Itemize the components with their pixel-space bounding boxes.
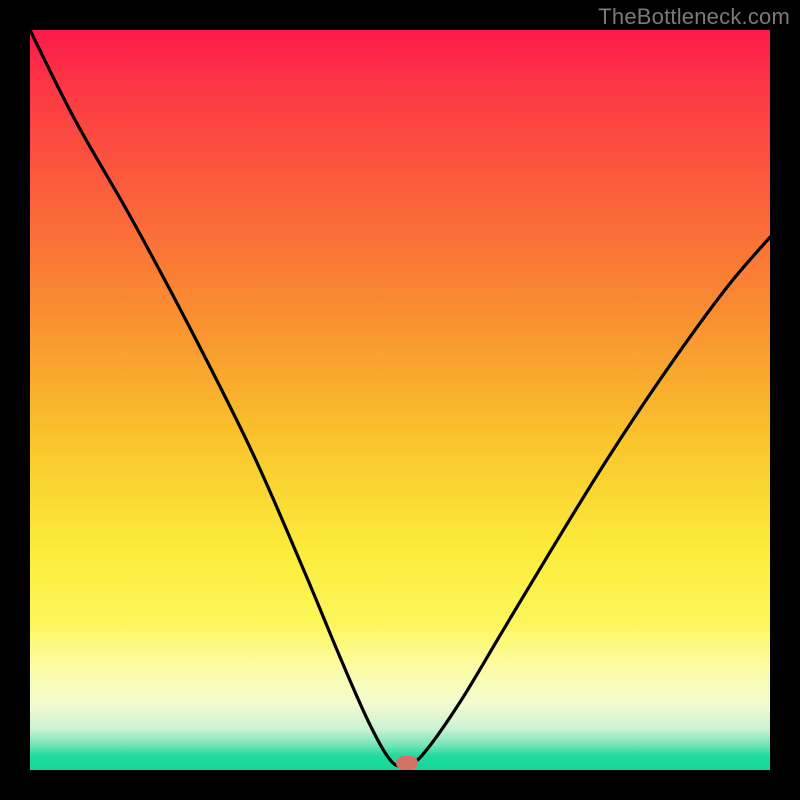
watermark-text: TheBottleneck.com [598,4,790,30]
plot-area [30,30,770,770]
chart-frame: TheBottleneck.com [0,0,800,800]
bottleneck-curve [30,30,770,770]
optimum-marker [396,756,418,770]
